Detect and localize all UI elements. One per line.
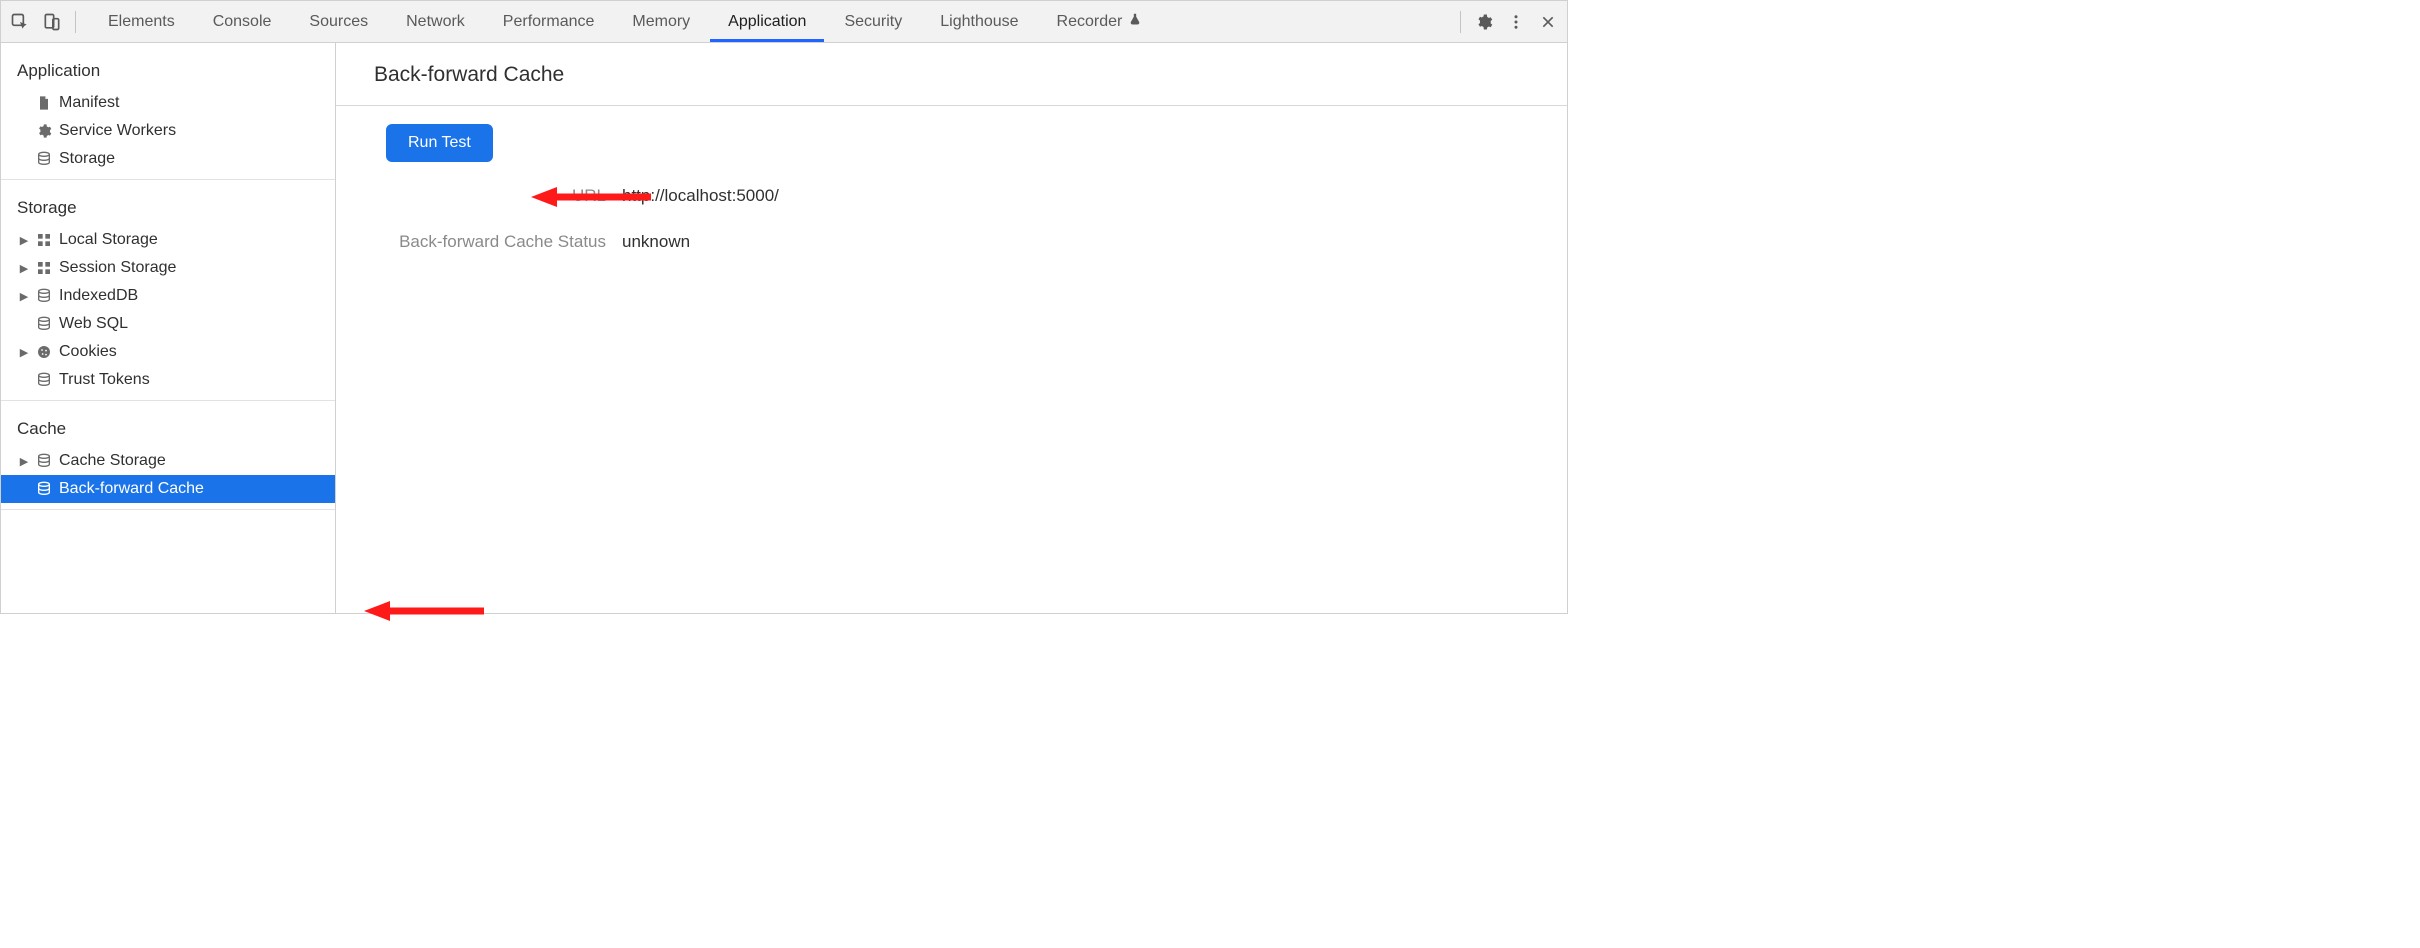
expand-arrow-icon[interactable]: ▶ bbox=[19, 234, 29, 247]
sidebar-item-cache-storage[interactable]: ▶ Cache Storage bbox=[1, 447, 335, 475]
flask-icon bbox=[1128, 12, 1142, 31]
sidebar-item-label: Service Workers bbox=[59, 122, 176, 140]
tab-elements[interactable]: Elements bbox=[90, 1, 193, 42]
file-icon bbox=[35, 94, 53, 112]
annotation-arrow-icon bbox=[364, 601, 484, 621]
tab-lighthouse[interactable]: Lighthouse bbox=[922, 1, 1036, 42]
settings-icon[interactable] bbox=[1471, 9, 1497, 35]
sidebar-item-label: Storage bbox=[59, 150, 115, 168]
sidebar-item-label: Cookies bbox=[59, 343, 117, 361]
expand-arrow-icon[interactable]: ▶ bbox=[19, 455, 29, 468]
close-devtools-icon[interactable] bbox=[1535, 9, 1561, 35]
tab-network[interactable]: Network bbox=[388, 1, 483, 42]
database-icon bbox=[35, 480, 53, 498]
expand-arrow-icon[interactable]: ▶ bbox=[19, 290, 29, 303]
tab-security[interactable]: Security bbox=[826, 1, 920, 42]
database-icon bbox=[35, 287, 53, 305]
sidebar-item-cookies[interactable]: ▶ Cookies bbox=[1, 338, 335, 366]
more-options-icon[interactable] bbox=[1503, 9, 1529, 35]
sidebar-item-session-storage[interactable]: ▶ Session Storage bbox=[1, 254, 335, 282]
devtools-tabbar: Elements Console Sources Network Perform… bbox=[1, 1, 1567, 43]
gear-icon bbox=[35, 122, 53, 140]
sidebar-item-label: Manifest bbox=[59, 94, 119, 112]
tab-recorder-label: Recorder bbox=[1057, 13, 1123, 31]
sidebar-section-storage: Storage bbox=[1, 186, 335, 226]
sidebar-item-web-sql[interactable]: Web SQL bbox=[1, 310, 335, 338]
sidebar-item-label: Session Storage bbox=[59, 259, 176, 277]
sidebar-item-manifest[interactable]: Manifest bbox=[1, 89, 335, 117]
bfcache-status-label: Back-forward Cache Status bbox=[336, 232, 606, 252]
expand-arrow-icon[interactable]: ▶ bbox=[19, 262, 29, 275]
sidebar-item-storage[interactable]: Storage bbox=[1, 145, 335, 173]
main-panel: Back-forward Cache Run Test URL http://l… bbox=[336, 43, 1567, 613]
run-test-button[interactable]: Run Test bbox=[386, 124, 493, 162]
url-value: http://localhost:5000/ bbox=[622, 186, 1567, 206]
database-icon bbox=[35, 315, 53, 333]
sidebar-item-back-forward-cache[interactable]: Back-forward Cache bbox=[1, 475, 335, 503]
sidebar-item-label: Cache Storage bbox=[59, 452, 166, 470]
database-icon bbox=[35, 150, 53, 168]
tabbar-divider bbox=[75, 11, 76, 33]
device-toolbar-icon[interactable] bbox=[39, 9, 65, 35]
sidebar-item-label: Back-forward Cache bbox=[59, 480, 204, 498]
tab-recorder[interactable]: Recorder bbox=[1039, 1, 1161, 42]
bfcache-status-value: unknown bbox=[622, 232, 1567, 252]
url-label: URL bbox=[336, 186, 606, 206]
tabbar-divider bbox=[1460, 11, 1461, 33]
grid-icon bbox=[35, 259, 53, 277]
tab-application[interactable]: Application bbox=[710, 1, 824, 42]
sidebar-item-label: Web SQL bbox=[59, 315, 128, 333]
sidebar-item-label: Local Storage bbox=[59, 231, 158, 249]
database-icon bbox=[35, 452, 53, 470]
database-icon bbox=[35, 371, 53, 389]
application-sidebar: Application Manifest Service Workers bbox=[1, 43, 336, 613]
sidebar-item-service-workers[interactable]: Service Workers bbox=[1, 117, 335, 145]
page-title: Back-forward Cache bbox=[336, 43, 1567, 106]
sidebar-section-application: Application bbox=[1, 49, 335, 89]
expand-arrow-icon[interactable]: ▶ bbox=[19, 346, 29, 359]
grid-icon bbox=[35, 231, 53, 249]
inspect-element-icon[interactable] bbox=[7, 9, 33, 35]
tab-sources[interactable]: Sources bbox=[291, 1, 386, 42]
tab-performance[interactable]: Performance bbox=[485, 1, 613, 42]
sidebar-item-indexeddb[interactable]: ▶ IndexedDB bbox=[1, 282, 335, 310]
sidebar-section-cache: Cache bbox=[1, 407, 335, 447]
sidebar-item-trust-tokens[interactable]: Trust Tokens bbox=[1, 366, 335, 394]
tab-memory[interactable]: Memory bbox=[614, 1, 708, 42]
sidebar-item-label: Trust Tokens bbox=[59, 371, 150, 389]
cookie-icon bbox=[35, 343, 53, 361]
sidebar-item-local-storage[interactable]: ▶ Local Storage bbox=[1, 226, 335, 254]
tab-console[interactable]: Console bbox=[195, 1, 290, 42]
sidebar-item-label: IndexedDB bbox=[59, 287, 138, 305]
